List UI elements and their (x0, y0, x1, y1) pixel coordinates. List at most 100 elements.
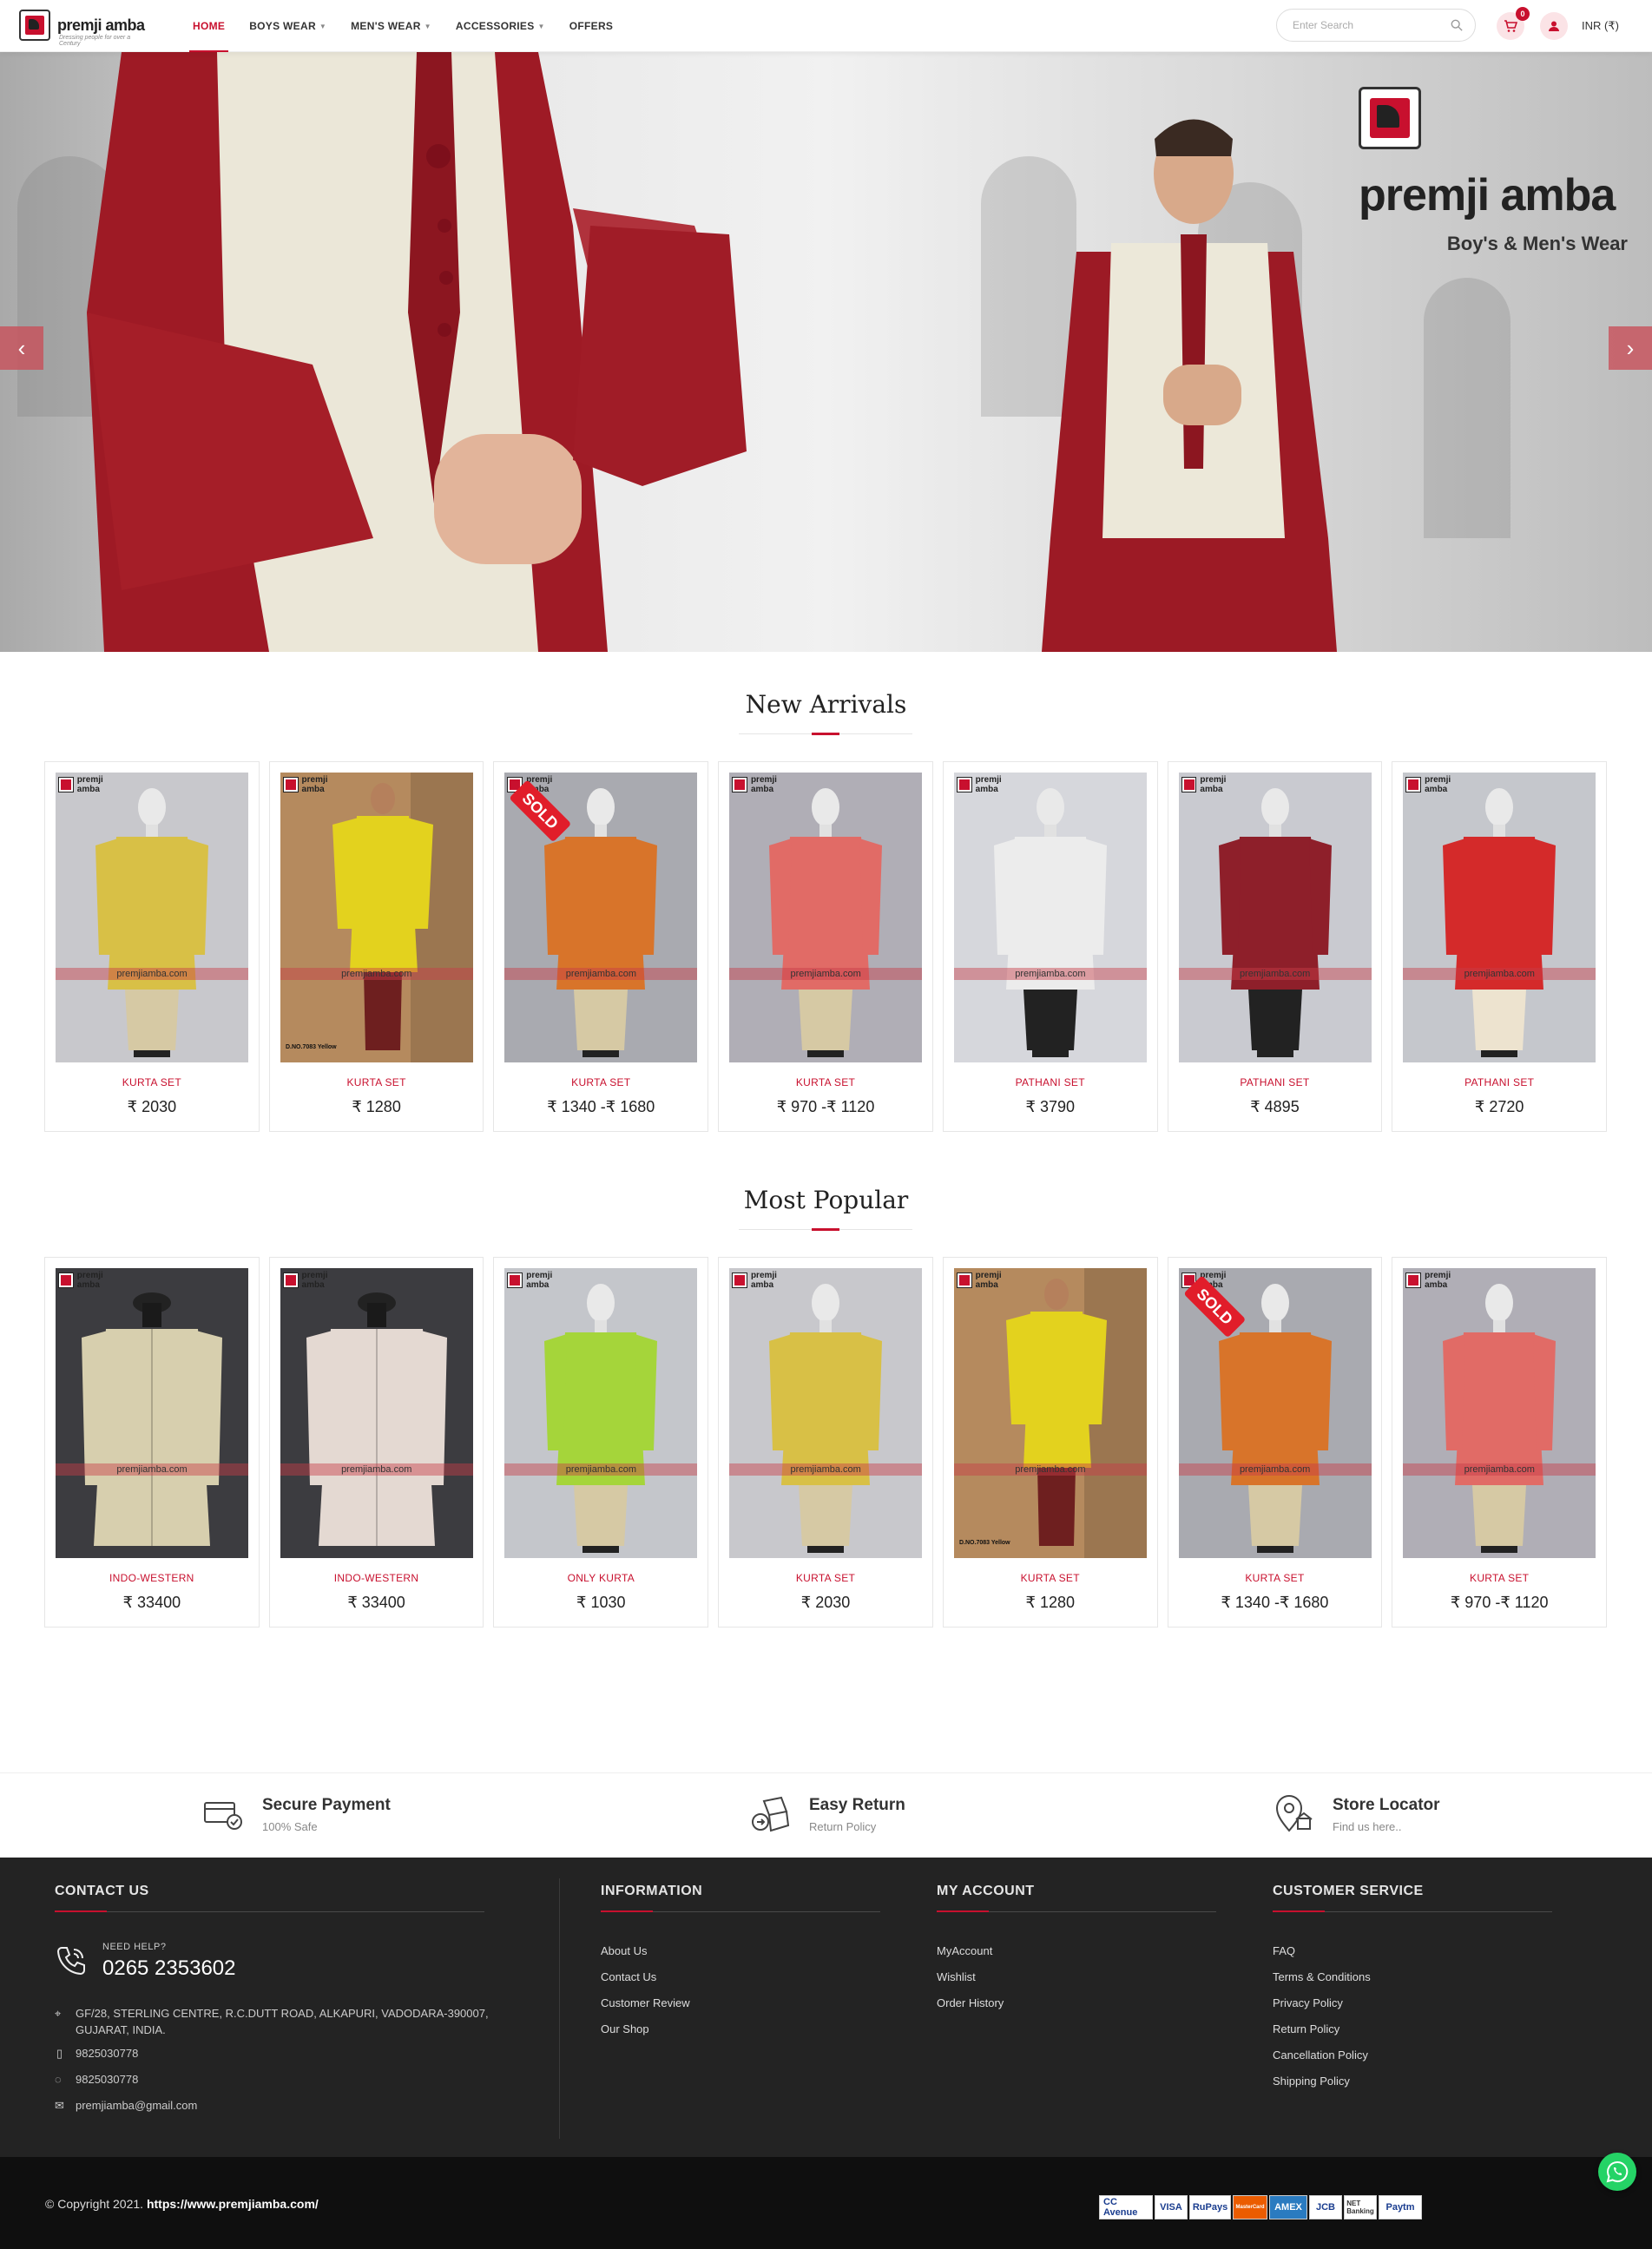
brand-mark-icon (956, 777, 972, 792)
product-image-frame[interactable]: D.NO.7083 Yellow premji amba premjiamba.… (280, 773, 473, 1062)
cart-button[interactable]: 0 (1497, 7, 1530, 40)
background-arch (1424, 278, 1510, 538)
product-card[interactable]: premji amba premjiamba.com SOLD KURTA SE… (493, 761, 709, 1132)
product-image-frame[interactable]: premji amba premjiamba.com SOLD (1178, 1268, 1372, 1558)
product-image-frame[interactable]: premji amba premjiamba.com (56, 773, 248, 1062)
product-image-frame[interactable]: premji amba premjiamba.com SOLD (504, 773, 698, 1062)
product-image-frame[interactable]: premji amba premjiamba.com (1403, 1268, 1596, 1558)
product-category[interactable]: ONLY KURTA (494, 1572, 708, 1584)
contact-email[interactable]: premjiamba@gmail.com (76, 2099, 197, 2112)
secure-payment-icon (204, 1802, 242, 1830)
brand-mark-icon (732, 1272, 747, 1288)
currency-selector[interactable]: INR (₹) (1582, 19, 1619, 33)
footer-link-terms[interactable]: Terms & Conditions (1273, 1970, 1371, 1983)
support-phone[interactable]: 0265 2353602 (102, 1956, 236, 1981)
whatsapp-number[interactable]: 9825030778 (76, 2073, 138, 2086)
brand-mark-icon (58, 777, 74, 792)
product-card[interactable]: premji amba premjiamba.com SOLD KURTA SE… (1167, 1257, 1383, 1628)
whatsapp-chat-button[interactable] (1598, 2153, 1636, 2191)
product-image: D.NO.7083 Yellow (280, 773, 473, 1062)
product-brand-logo: premji amba (1405, 775, 1475, 794)
phone-icon (56, 1947, 85, 1976)
product-category[interactable]: KURTA SET (719, 1076, 932, 1088)
product-watermark: premjiamba.com (953, 968, 1147, 980)
product-price: ₹ 33400 (122, 1594, 181, 1611)
product-image-frame[interactable]: premji amba premjiamba.com (56, 1268, 248, 1558)
nav-home[interactable]: HOME (181, 0, 237, 52)
logo-text: premji amba (57, 16, 145, 34)
product-price: ₹ 4895 (1250, 1098, 1300, 1115)
product-brand-logo: premji amba (956, 775, 1026, 794)
product-card[interactable]: premji amba premjiamba.com INDO-WESTERN … (44, 1257, 260, 1628)
product-image-frame[interactable]: premji amba premjiamba.com (280, 1268, 473, 1558)
product-image-frame[interactable]: premji amba premjiamba.com (1178, 773, 1372, 1062)
hero-next-button[interactable]: › (1609, 326, 1652, 370)
product-card[interactable]: premji amba premjiamba.com KURTA SET ₹ 9… (1392, 1257, 1608, 1628)
product-category[interactable]: KURTA SET (719, 1572, 932, 1584)
footer-link-contact-us[interactable]: Contact Us (601, 1970, 656, 1983)
product-category[interactable]: KURTA SET (45, 1076, 259, 1088)
nav-offers[interactable]: OFFERS (557, 0, 625, 52)
product-image-frame[interactable]: premji amba premjiamba.com (729, 773, 923, 1062)
footer-link-return[interactable]: Return Policy (1273, 2022, 1339, 2035)
footer-link-privacy[interactable]: Privacy Policy (1273, 1996, 1343, 2009)
product-card[interactable]: premji amba premjiamba.com KURTA SET ₹ 9… (718, 761, 933, 1132)
search-icon[interactable] (1451, 19, 1463, 31)
brand-mark-icon (282, 777, 299, 792)
nav-mens-wear[interactable]: MEN'S WEAR ▼ (339, 0, 444, 52)
product-brand-text: premji amba (1425, 775, 1451, 794)
footer-link-faq[interactable]: FAQ (1273, 1944, 1295, 1957)
product-card[interactable]: premji amba premjiamba.com KURTA SET ₹ 2… (718, 1257, 933, 1628)
footer-link-order-history[interactable]: Order History (937, 1996, 1004, 2009)
product-category[interactable]: INDO-WESTERN (45, 1572, 259, 1584)
footer-link-our-shop[interactable]: Our Shop (601, 2022, 649, 2035)
product-image-frame[interactable]: premji amba premjiamba.com (729, 1268, 923, 1558)
footer-link-my-account[interactable]: MyAccount (937, 1944, 992, 1957)
product-price: ₹ 1030 (576, 1594, 626, 1611)
search-input[interactable] (1293, 19, 1440, 31)
product-card[interactable]: D.NO.7083 Yellow premji amba premjiamba.… (942, 1257, 1158, 1628)
product-category[interactable]: KURTA SET (944, 1572, 1157, 1584)
footer-link-cancellation[interactable]: Cancellation Policy (1273, 2048, 1368, 2062)
product-image-frame[interactable]: D.NO.7083 Yellow premji amba premjiamba.… (953, 1268, 1147, 1558)
product-card[interactable]: premji amba premjiamba.com PATHANI SET ₹… (1167, 761, 1383, 1132)
product-category[interactable]: PATHANI SET (1392, 1076, 1606, 1088)
product-category[interactable]: KURTA SET (1392, 1572, 1606, 1584)
product-brand-text: premji amba (301, 1271, 328, 1290)
product-card[interactable]: premji amba premjiamba.com ONLY KURTA ₹ … (493, 1257, 709, 1628)
product-card[interactable]: D.NO.7083 Yellow premji amba premjiamba.… (268, 761, 484, 1132)
mobile-number[interactable]: 9825030778 (76, 2047, 138, 2060)
nav-accessories[interactable]: ACCESSORIES ▼ (444, 0, 557, 52)
nav-boys-wear[interactable]: BOYS WEAR ▼ (237, 0, 339, 52)
product-image-frame[interactable]: premji amba premjiamba.com (1403, 773, 1596, 1062)
product-image-frame[interactable]: premji amba premjiamba.com (504, 1268, 698, 1558)
brand-mark-icon (1359, 87, 1421, 149)
product-card[interactable]: premji amba premjiamba.com PATHANI SET ₹… (942, 761, 1158, 1132)
footer-link-shipping[interactable]: Shipping Policy (1273, 2075, 1350, 2088)
brand-mark-icon (282, 1272, 299, 1288)
hero-prev-button[interactable]: ‹ (0, 326, 43, 370)
account-button[interactable] (1540, 12, 1568, 40)
product-card[interactable]: premji amba premjiamba.com KURTA SET ₹ 2… (44, 761, 260, 1132)
footer-link-customer-review[interactable]: Customer Review (601, 1996, 690, 2009)
product-watermark: premjiamba.com (1178, 968, 1372, 980)
product-card[interactable]: premji amba premjiamba.com PATHANI SET ₹… (1392, 761, 1608, 1132)
footer-link-wishlist[interactable]: Wishlist (937, 1970, 976, 1983)
product-category[interactable]: PATHANI SET (1168, 1076, 1382, 1088)
chevron-down-icon: ▼ (319, 22, 327, 30)
site-logo[interactable]: premji amba Dressing people for over a C… (19, 9, 145, 47)
chevron-down-icon: ▼ (537, 22, 545, 30)
product-image-frame[interactable]: premji amba premjiamba.com (953, 773, 1147, 1062)
product-watermark: premjiamba.com (280, 1463, 473, 1476)
product-category[interactable]: KURTA SET (494, 1076, 708, 1088)
copyright-link[interactable]: https://www.premjiamba.com/ (147, 2197, 319, 2211)
product-card[interactable]: premji amba premjiamba.com INDO-WESTERN … (268, 1257, 484, 1628)
footer-link-about-us[interactable]: About Us (601, 1944, 647, 1957)
footer-divider (559, 1878, 560, 2139)
product-brand-text: premji amba (750, 775, 777, 794)
product-category[interactable]: INDO-WESTERN (270, 1572, 484, 1584)
product-category[interactable]: KURTA SET (1168, 1572, 1382, 1584)
product-watermark: premjiamba.com (1403, 968, 1596, 980)
product-category[interactable]: PATHANI SET (944, 1076, 1157, 1088)
product-category[interactable]: KURTA SET (270, 1076, 484, 1088)
